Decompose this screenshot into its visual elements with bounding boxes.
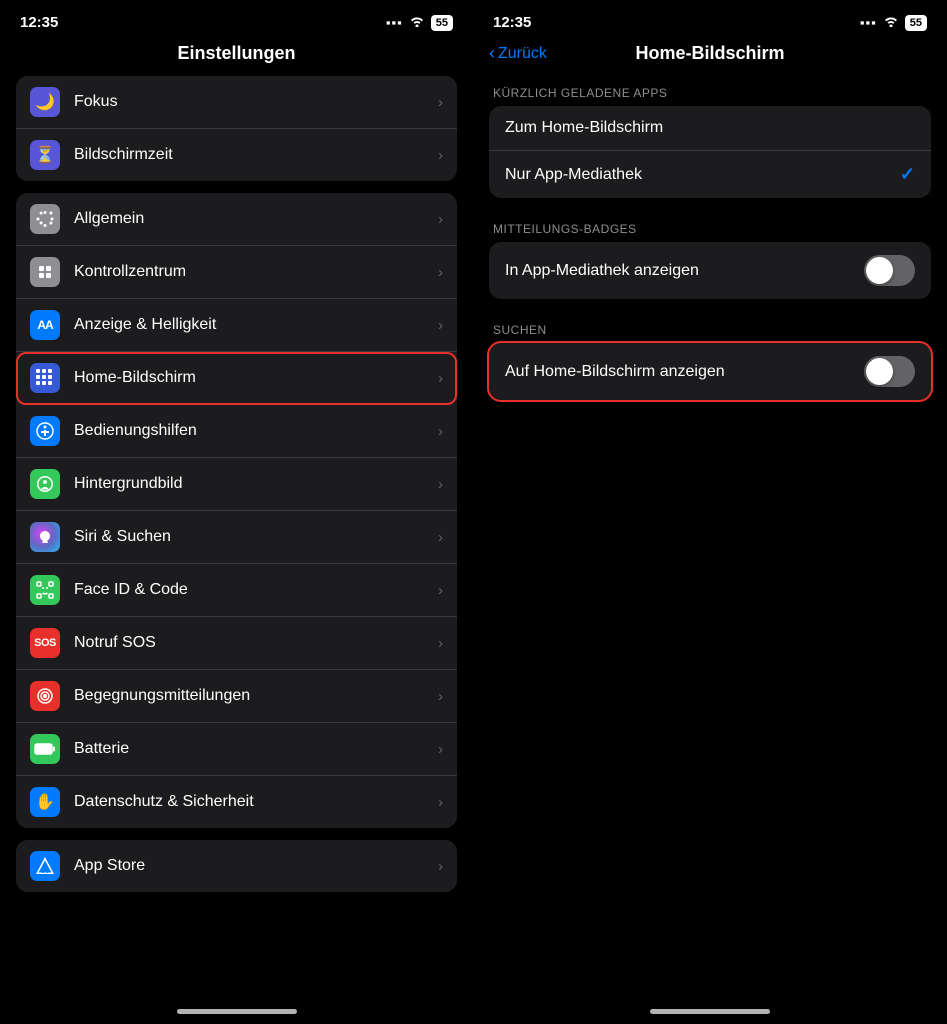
- auf-home-label: Auf Home-Bildschirm anzeigen: [505, 363, 725, 381]
- left-time: 12:35: [20, 14, 58, 31]
- appstore-icon: A: [30, 851, 60, 881]
- right-status-bar: 12:35 ▪▪▪ 55: [473, 0, 947, 39]
- siri-icon: [30, 522, 60, 552]
- right-page-title: Home-Bildschirm: [635, 43, 784, 64]
- recently-loaded-card: Zum Home-Bildschirm Nur App-Mediathek ✓: [489, 106, 931, 198]
- anzeige-icon: AA: [30, 310, 60, 340]
- settings-item-datenschutz[interactable]: ✋ Datenschutz & Sicherheit ›: [16, 776, 457, 828]
- bedienung-icon: [30, 416, 60, 446]
- back-chevron-icon: ‹: [489, 43, 495, 64]
- in-app-mediathek-item[interactable]: In App-Mediathek anzeigen: [489, 242, 931, 299]
- back-button[interactable]: ‹ Zurück: [489, 43, 547, 64]
- bedienung-label: Bedienungshilfen: [74, 422, 438, 440]
- hintergrund-icon: [30, 469, 60, 499]
- in-app-mediathek-toggle[interactable]: [864, 255, 915, 286]
- fokus-chevron: ›: [438, 94, 443, 111]
- right-home-bar: [650, 1009, 770, 1014]
- fokus-icon: 🌙: [30, 87, 60, 117]
- bottom-section: A App Store ›: [16, 840, 457, 892]
- batterie-icon: [30, 734, 60, 764]
- right-panel: 12:35 ▪▪▪ 55 ‹ Zurück Home-Bildschirm KÜ…: [473, 0, 947, 1024]
- svg-text:A: A: [42, 865, 49, 875]
- left-status-right: ▪▪▪ 55: [386, 15, 453, 31]
- settings-item-appstore[interactable]: A App Store ›: [16, 840, 457, 892]
- recently-loaded-header: KÜRZLICH GELADENE APPS: [489, 86, 931, 106]
- nur-app-checkmark: ✓: [900, 164, 915, 185]
- begegnung-icon: [30, 681, 60, 711]
- datenschutz-label: Datenschutz & Sicherheit: [74, 793, 438, 811]
- settings-item-batterie[interactable]: Batterie ›: [16, 723, 457, 776]
- back-label: Zurück: [498, 45, 547, 63]
- siri-label: Siri & Suchen: [74, 528, 438, 546]
- settings-item-allgemein[interactable]: Allgemein ›: [16, 193, 457, 246]
- home-label: Home-Bildschirm: [74, 369, 438, 387]
- mitteilungs-header: MITTEILUNGS-BADGES: [489, 222, 931, 242]
- top-section: 🌙 Fokus › ⏳ Bildschirmzeit ›: [16, 76, 457, 181]
- right-header: ‹ Zurück Home-Bildschirm: [473, 39, 947, 78]
- anzeige-label: Anzeige & Helligkeit: [74, 316, 438, 334]
- settings-item-notruf[interactable]: SOS Notruf SOS ›: [16, 617, 457, 670]
- suchen-card: Auf Home-Bildschirm anzeigen: [489, 343, 931, 400]
- auf-home-item[interactable]: Auf Home-Bildschirm anzeigen: [489, 343, 931, 400]
- mid-section: Allgemein › Kontrollzentrum › AA Anzeige…: [16, 193, 457, 828]
- settings-item-bildschirmzeit[interactable]: ⏳ Bildschirmzeit ›: [16, 129, 457, 181]
- mitteilungs-card: In App-Mediathek anzeigen: [489, 242, 931, 299]
- notruf-icon: SOS: [30, 628, 60, 658]
- suchen-section: SUCHEN Auf Home-Bildschirm anzeigen: [489, 323, 931, 400]
- left-signal-icon: ▪▪▪: [386, 15, 403, 30]
- auf-home-toggle-knob: [866, 358, 893, 385]
- fokus-label: Fokus: [74, 93, 438, 111]
- settings-item-kontrollzentrum[interactable]: Kontrollzentrum ›: [16, 246, 457, 299]
- settings-item-anzeige[interactable]: AA Anzeige & Helligkeit ›: [16, 299, 457, 352]
- zum-home-label: Zum Home-Bildschirm: [505, 119, 663, 137]
- appstore-label: App Store: [74, 857, 438, 875]
- right-time: 12:35: [493, 14, 531, 31]
- settings-item-begegnung[interactable]: Begegnungsmitteilungen ›: [16, 670, 457, 723]
- faceid-label: Face ID & Code: [74, 581, 438, 599]
- right-signal-icon: ▪▪▪: [860, 15, 877, 30]
- kontrollzentrum-icon: [30, 257, 60, 287]
- auf-home-toggle[interactable]: [864, 356, 915, 387]
- hintergrund-label: Hintergrundbild: [74, 475, 438, 493]
- settings-item-fokus[interactable]: 🌙 Fokus ›: [16, 76, 457, 129]
- settings-item-siri[interactable]: Siri & Suchen ›: [16, 511, 457, 564]
- right-home-indicator: [473, 1009, 947, 1024]
- settings-item-hintergrund[interactable]: Hintergrundbild ›: [16, 458, 457, 511]
- suchen-header: SUCHEN: [489, 323, 931, 343]
- left-battery: 55: [431, 15, 453, 31]
- allgemein-label: Allgemein: [74, 210, 438, 228]
- left-home-indicator: [0, 1009, 473, 1024]
- right-battery: 55: [905, 15, 927, 31]
- left-page-title: Einstellungen: [0, 39, 473, 76]
- bildschirmzeit-label: Bildschirmzeit: [74, 146, 438, 164]
- settings-item-faceid[interactable]: Face ID & Code ›: [16, 564, 457, 617]
- mitteilungs-section: MITTEILUNGS-BADGES In App-Mediathek anze…: [489, 222, 931, 299]
- settings-item-home[interactable]: Home-Bildschirm ›: [16, 352, 457, 405]
- right-status-right: ▪▪▪ 55: [860, 15, 927, 31]
- kontrollzentrum-label: Kontrollzentrum: [74, 263, 438, 281]
- nur-app-label: Nur App-Mediathek: [505, 166, 642, 184]
- home-icon: [30, 363, 60, 393]
- datenschutz-icon: ✋: [30, 787, 60, 817]
- toggle-knob: [866, 257, 893, 284]
- right-wifi-icon: [883, 15, 899, 30]
- left-home-bar: [177, 1009, 297, 1014]
- left-panel: 12:35 ▪▪▪ 55 Einstellungen 🌙 Fokus › ⏳: [0, 0, 473, 1024]
- begegnung-label: Begegnungsmitteilungen: [74, 687, 438, 705]
- in-app-mediathek-label: In App-Mediathek anzeigen: [505, 262, 699, 280]
- zum-home-item[interactable]: Zum Home-Bildschirm: [489, 106, 931, 151]
- left-status-bar: 12:35 ▪▪▪ 55: [0, 0, 473, 39]
- bildschirmzeit-chevron: ›: [438, 147, 443, 164]
- notruf-label: Notruf SOS: [74, 634, 438, 652]
- allgemein-icon: [30, 204, 60, 234]
- nur-app-item[interactable]: Nur App-Mediathek ✓: [489, 151, 931, 198]
- bildschirmzeit-icon: ⏳: [30, 140, 60, 170]
- faceid-icon: [30, 575, 60, 605]
- left-wifi-icon: [409, 15, 425, 30]
- batterie-label: Batterie: [74, 740, 438, 758]
- settings-item-bedienung[interactable]: Bedienungshilfen ›: [16, 405, 457, 458]
- recently-loaded-section: KÜRZLICH GELADENE APPS Zum Home-Bildschi…: [489, 86, 931, 198]
